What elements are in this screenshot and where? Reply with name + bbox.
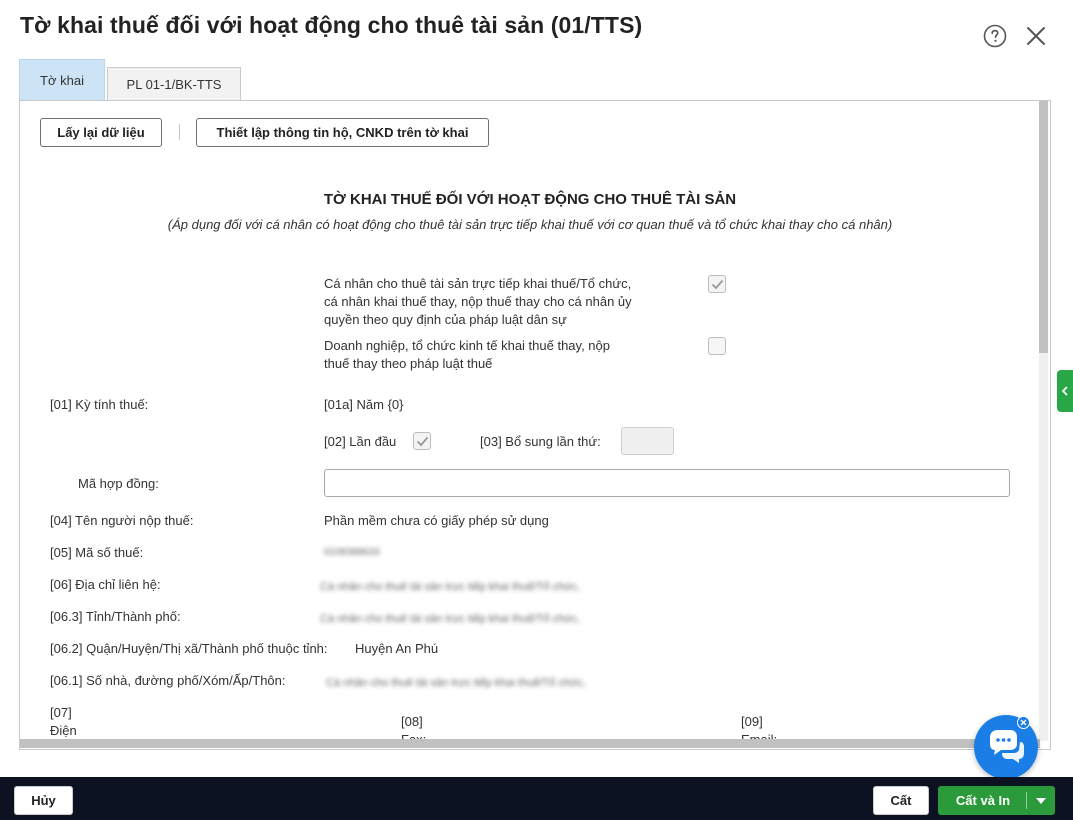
address-label: [06] Địa chỉ liên hệ:: [50, 577, 161, 592]
tab-to-khai[interactable]: Tờ khai: [19, 59, 105, 100]
option-direct-checkbox[interactable]: [708, 275, 726, 293]
province-label: [06.3] Tỉnh/Thành phố:: [50, 609, 181, 624]
option-enterprise-label-2: thuế thay theo pháp luật thuế: [324, 356, 493, 371]
taxpayer-name-label: [04] Tên người nộp thuế:: [50, 513, 194, 528]
province-value: Cá nhân cho thuê tài sản trực tiếp khai …: [320, 613, 580, 625]
tax-period-label: [01] Kỳ tính thuế:: [50, 397, 149, 412]
dialog-title: Tờ khai thuế đối với hoạt động cho thuê …: [20, 12, 643, 38]
check-icon: [416, 436, 429, 447]
form-title: TỜ KHAI THUẾ ĐỐI VỚI HOẠT ĐỘNG CHO THUÊ …: [323, 191, 737, 208]
close-icon[interactable]: [1025, 25, 1047, 47]
vertical-scroll-thumb[interactable]: [1039, 101, 1048, 353]
supplement-label: [03] Bổ sung lần thứ:: [480, 434, 601, 449]
tax-code-value: 0108388633: [324, 547, 380, 558]
setup-info-button[interactable]: Thiết lập thông tin hộ, CNKD trên tờ kha…: [196, 118, 489, 147]
save-button[interactable]: Cất: [873, 786, 929, 815]
option-enterprise-checkbox[interactable]: [708, 337, 726, 355]
form-panel: Lấy lại dữ liệu Thiết lập thông tin hộ, …: [19, 100, 1051, 750]
phone-code: [07]: [50, 705, 72, 720]
cancel-button[interactable]: Hủy: [14, 786, 73, 815]
caret-down-icon: [1036, 797, 1046, 804]
save-and-print-group: Cất và In: [938, 786, 1055, 815]
option-direct-label-2: cá nhân khai thuế thay, nộp thuế thay ch…: [324, 294, 632, 309]
tax-code-label: [05] Mã số thuế:: [50, 545, 144, 560]
save-print-dropdown[interactable]: [1027, 786, 1055, 815]
phone-label: Điện: [50, 723, 77, 738]
reload-data-button[interactable]: Lấy lại dữ liệu: [40, 118, 162, 147]
toolbar-divider: [179, 124, 180, 140]
district-value: Huyện An Phú: [355, 641, 439, 656]
email-code: [09]: [741, 714, 763, 729]
street-value: Cá nhân cho thuê tài sản trực tiếp khai …: [326, 677, 586, 689]
tax-year-label: [01a] Năm {0}: [324, 397, 404, 412]
form-subtitle: (Áp dụng đối với cá nhân có hoạt động ch…: [167, 217, 893, 232]
district-label: [06.2] Quận/Huyện/Thị xã/Thành phố thuộc…: [50, 641, 328, 656]
contract-code-label: Mã hợp đồng:: [78, 476, 159, 491]
tab-pl-01-1[interactable]: PL 01-1/BK-TTS: [107, 67, 241, 100]
contract-code-input[interactable]: [324, 469, 1010, 497]
option-direct-label-1: Cá nhân cho thuê tài sản trực tiếp khai …: [324, 276, 632, 291]
chevron-left-icon: [1061, 386, 1068, 396]
footer-bar: Hủy Cất Cất và In: [0, 777, 1073, 820]
address-value: Cá nhân cho thuê tài sản trực tiếp khai …: [320, 581, 580, 593]
street-label: [06.1] Số nhà, đường phố/Xóm/Ấp/Thôn:: [50, 673, 286, 688]
vertical-scrollbar[interactable]: [1039, 101, 1048, 741]
option-direct-label-3: quyền theo quy định của pháp luật dân sự: [324, 312, 567, 327]
option-enterprise-label-1: Doanh nghiệp, tổ chức kinh tế khai thuế …: [324, 338, 610, 353]
horizontal-scrollbar[interactable]: [20, 739, 1040, 748]
taxpayer-name-value: Phần mềm chưa có giấy phép sử dụng: [324, 513, 549, 528]
save-and-print-button[interactable]: Cất và In: [938, 786, 1028, 815]
chat-close-icon[interactable]: [1017, 716, 1030, 729]
help-icon[interactable]: [983, 24, 1007, 48]
first-time-checkbox[interactable]: [413, 432, 431, 450]
fax-code: [08]: [401, 714, 423, 729]
side-panel-toggle[interactable]: [1057, 370, 1073, 412]
first-time-label: [02] Lần đầu: [324, 434, 397, 449]
supplement-input[interactable]: [621, 427, 674, 455]
check-icon: [711, 279, 724, 290]
